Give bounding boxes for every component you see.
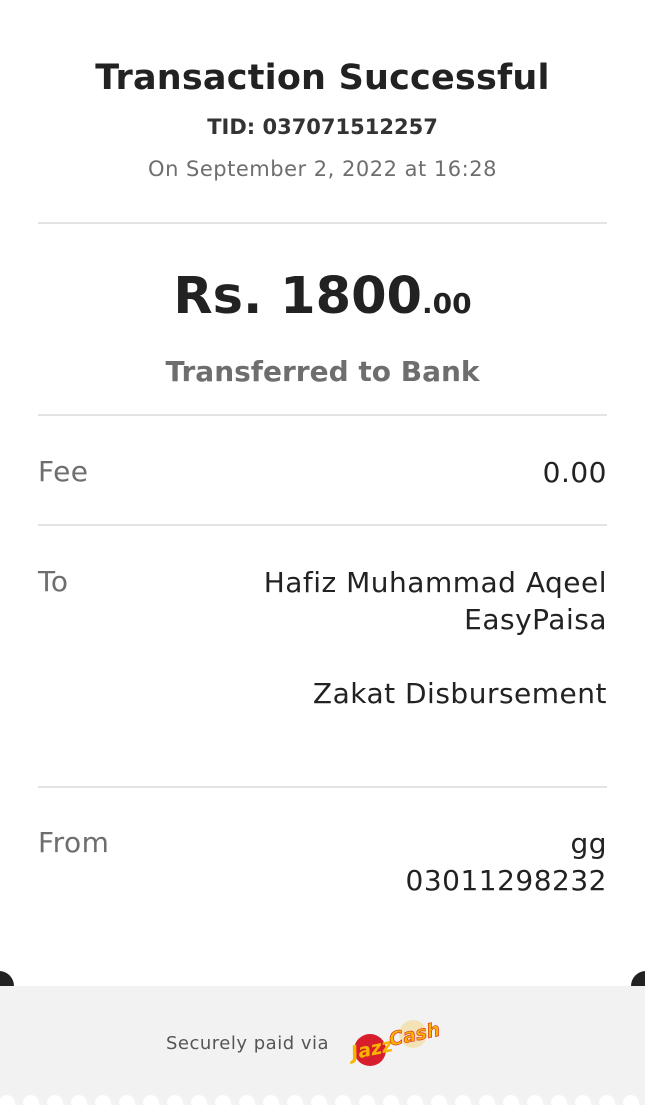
- scallop: [311, 1095, 327, 1105]
- sender-number: 03011298232: [405, 864, 607, 897]
- scallop: [503, 1095, 519, 1105]
- ticket-scallop-edge: [0, 1095, 645, 1105]
- scallop: [71, 1095, 87, 1105]
- scallop: [23, 1095, 39, 1105]
- secure-payment-text: Securely paid via: [166, 1033, 330, 1054]
- scallop: [215, 1095, 231, 1105]
- amount-decimals: .00: [422, 287, 472, 320]
- from-label: From: [38, 826, 110, 859]
- scallop: [143, 1095, 159, 1105]
- recipient-bank: EasyPaisa: [464, 603, 607, 636]
- divider: [38, 222, 607, 224]
- amount-caption: Transferred to Bank: [165, 355, 480, 388]
- scallop: [239, 1095, 255, 1105]
- scallop: [383, 1095, 399, 1105]
- scallop: [551, 1095, 567, 1105]
- transfer-purpose: Zakat Disbursement: [312, 677, 607, 710]
- scallop: [623, 1095, 639, 1105]
- amount-main: Rs. 1800: [173, 267, 423, 326]
- scallop: [167, 1095, 183, 1105]
- fee-value: 0.00: [542, 456, 607, 489]
- scallop: [527, 1095, 543, 1105]
- scallop: [599, 1095, 615, 1105]
- scallop: [287, 1095, 303, 1105]
- transaction-receipt: Transaction Successful TID: 037071512257…: [0, 0, 645, 1105]
- to-label: To: [38, 565, 69, 598]
- amount-value: Rs. 1800.00: [0, 265, 645, 336]
- transaction-date: On September 2, 2022 at 16:28: [148, 157, 497, 181]
- scallop: [263, 1095, 279, 1105]
- scallop: [455, 1095, 471, 1105]
- page-title: Transaction Successful: [95, 58, 550, 98]
- scallop: [0, 1095, 15, 1105]
- scallop: [47, 1095, 63, 1105]
- divider: [38, 786, 607, 788]
- scallop: [407, 1095, 423, 1105]
- jazzcash-logo: Jazz Cash: [345, 1016, 443, 1072]
- divider: [38, 524, 607, 526]
- scallop: [95, 1095, 111, 1105]
- sender-name: gg: [570, 827, 607, 860]
- scallop: [479, 1095, 495, 1105]
- scallop: [119, 1095, 135, 1105]
- transaction-id: TID: 037071512257: [207, 115, 438, 139]
- fee-label: Fee: [38, 455, 89, 488]
- receipt-header: Transaction Successful TID: 037071512257…: [0, 56, 645, 184]
- scallop: [575, 1095, 591, 1105]
- scallop: [335, 1095, 351, 1105]
- amount-section: Rs. 1800.00 Transferred to Bank: [0, 265, 645, 390]
- divider: [38, 414, 607, 416]
- recipient-name: Hafiz Muhammad Aqeel: [263, 566, 607, 599]
- jazzcash-logo-icon: Jazz Cash: [345, 1018, 443, 1066]
- scallop: [191, 1095, 207, 1105]
- scallop: [359, 1095, 375, 1105]
- logo-text-jazz: Jazz: [345, 1034, 395, 1065]
- logo-text-cash: Cash: [387, 1019, 441, 1051]
- scallop: [431, 1095, 447, 1105]
